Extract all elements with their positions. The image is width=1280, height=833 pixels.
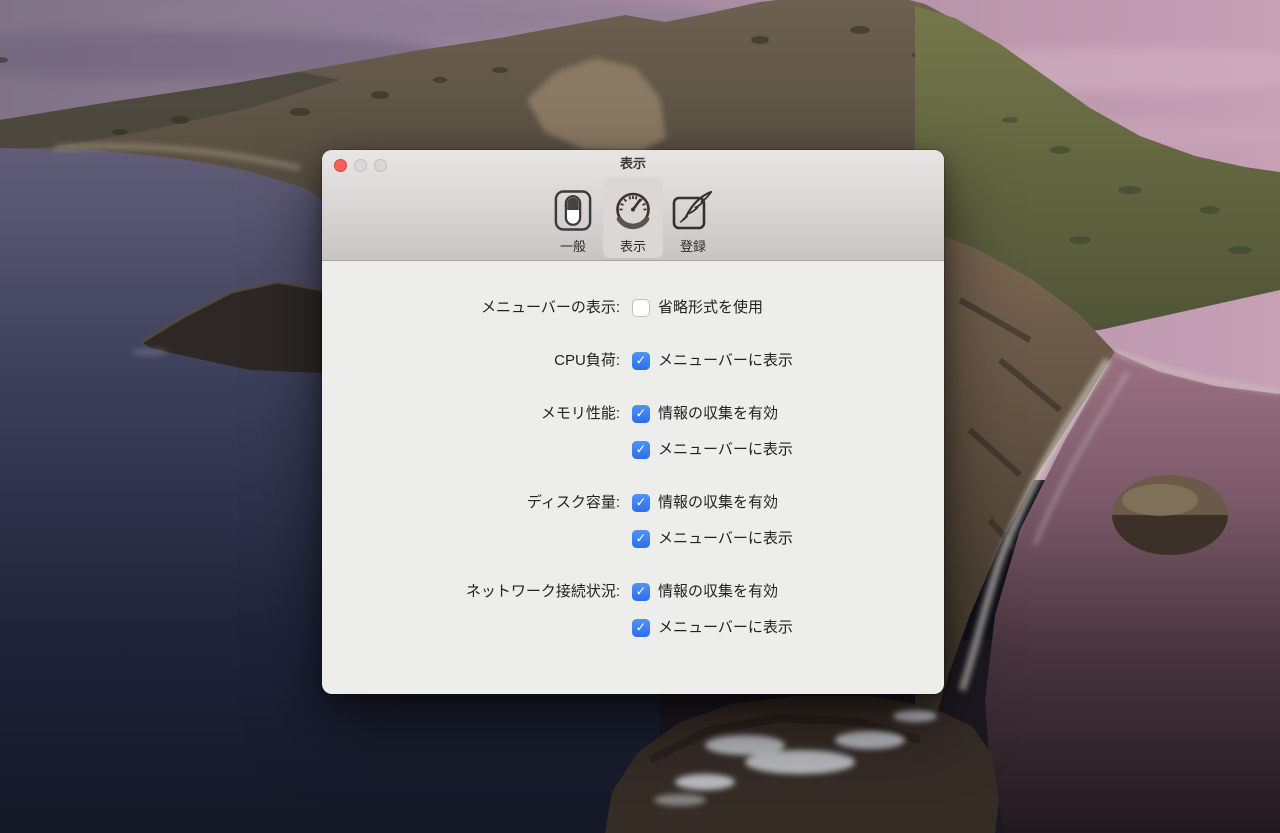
checkbox-disk-collect[interactable] (632, 493, 650, 512)
settings-pane: メニューバーの表示: 省略形式を使用 CPU負荷: メニューバーに表示 (322, 261, 944, 694)
option-row: メニューバーに表示 (632, 529, 793, 548)
option-row: メニューバーに表示 (632, 351, 793, 370)
option-row: 情報の収集を有効 (632, 493, 793, 512)
checkbox-abbreviated-format[interactable] (632, 298, 650, 317)
option-row: 省略形式を使用 (632, 298, 763, 317)
checkbox-disk-show-menubar[interactable] (632, 529, 650, 548)
checkbox-memory-show-menubar[interactable] (632, 440, 650, 459)
setting-section-network: ネットワーク接続状況: 情報の収集を有効 メニューバーに表示 (322, 582, 944, 637)
desktop: 表示 一般 表示 登録 メニューバーの表示: 省略形式を使用 CPU負荷: ✓ … (0, 0, 1280, 833)
checkbox-label[interactable]: メニューバーに表示 (658, 351, 793, 370)
tab-register-label: 登録 (679, 239, 706, 254)
preferences-window: 表示 一般 表示 登録 メニューバーの表示: 省略形式を使用 CPU負荷: ✓ … (322, 150, 944, 694)
setting-section-cpu-load: CPU負荷: メニューバーに表示 (322, 351, 944, 370)
title-bar[interactable]: 表示 (322, 150, 944, 176)
checkbox-cpu-show-menubar[interactable] (632, 351, 650, 370)
tab-display-label: 表示 (619, 239, 646, 254)
checkbox-label[interactable]: 情報の収集を有効 (658, 404, 778, 423)
register-pen-icon (671, 187, 715, 234)
checkbox-memory-collect[interactable] (632, 404, 650, 423)
toolbar: 一般 表示 登録 (322, 177, 944, 258)
option-row: 情報の収集を有効 (632, 582, 793, 601)
checkbox-label[interactable]: メニューバーに表示 (658, 529, 793, 548)
checkbox-label[interactable]: 省略形式を使用 (658, 298, 763, 317)
setting-section-memory: メモリ性能: 情報の収集を有効 メニューバーに表示 (322, 404, 944, 459)
option-row: メニューバーに表示 (632, 618, 793, 637)
checkbox-label[interactable]: メニューバーに表示 (658, 440, 793, 459)
checkbox-network-collect[interactable] (632, 582, 650, 601)
checkbox-label[interactable]: 情報の収集を有効 (658, 493, 778, 512)
minimize-button[interactable] (354, 159, 367, 172)
zoom-button[interactable] (374, 159, 387, 172)
section-label: ディスク容量: (526, 494, 620, 511)
section-label: メモリ性能: (540, 405, 620, 422)
checkbox-network-show-menubar[interactable] (632, 618, 650, 637)
window-header: 表示 一般 表示 登録 (322, 150, 944, 261)
window-title: 表示 (619, 156, 646, 171)
close-button[interactable] (334, 159, 347, 172)
tab-general[interactable]: 一般 (543, 177, 603, 258)
section-label: ネットワーク接続状況: (465, 583, 620, 600)
toggle-switch-icon (554, 187, 592, 234)
section-label: CPU負荷: (554, 352, 620, 369)
checkbox-label[interactable]: メニューバーに表示 (658, 618, 793, 637)
gauge-icon (611, 187, 655, 234)
checkbox-label[interactable]: 情報の収集を有効 (658, 582, 778, 601)
section-label: メニューバーの表示: (480, 299, 620, 316)
tab-register[interactable]: 登録 (663, 177, 723, 258)
tab-display[interactable]: 表示 (603, 177, 663, 258)
traffic-lights (334, 159, 387, 172)
tab-general-label: 一般 (559, 239, 586, 254)
setting-section-menubar-display: メニューバーの表示: 省略形式を使用 (322, 298, 944, 317)
option-row: 情報の収集を有効 (632, 404, 793, 423)
option-row: メニューバーに表示 (632, 440, 793, 459)
setting-section-disk: ディスク容量: 情報の収集を有効 メニューバーに表示 (322, 493, 944, 548)
